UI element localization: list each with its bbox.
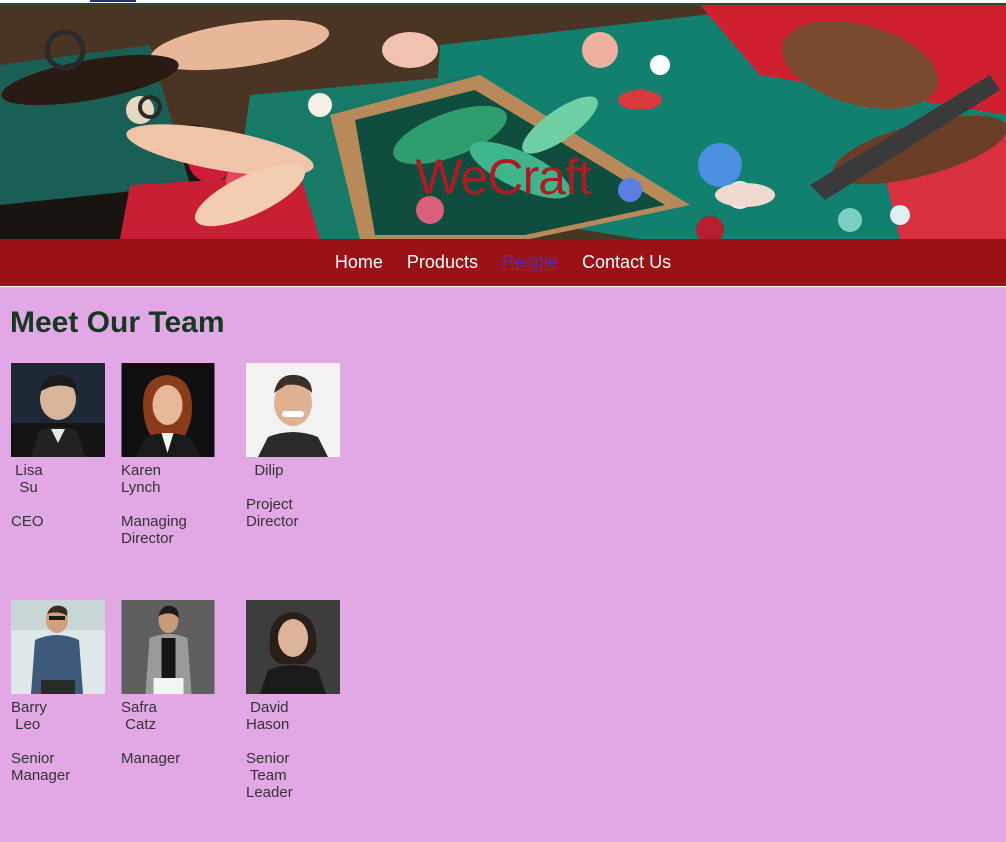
team-member-card: Safra Catz Manager xyxy=(121,600,215,767)
member-name: David Hason xyxy=(246,699,290,733)
member-photo xyxy=(121,600,215,694)
member-role: CEO xyxy=(11,513,44,530)
team-member-card: Karen Lynch Managing Director xyxy=(121,363,215,547)
member-role: Manager xyxy=(121,750,181,767)
member-photo xyxy=(11,600,105,694)
team-member-card: Barry Leo Senior Manager xyxy=(11,600,105,784)
member-photo xyxy=(246,600,340,694)
member-name: Lisa Su xyxy=(15,462,43,496)
member-name: Safra Catz xyxy=(121,699,157,733)
main-nav: Home Products People Contact Us xyxy=(0,239,1006,286)
member-role: Managing Director xyxy=(121,513,187,547)
member-photo xyxy=(121,363,215,457)
team-member-card: Dilip Project Director xyxy=(246,363,340,530)
page-heading: Meet Our Team xyxy=(10,306,225,339)
hero-banner: WeCraft xyxy=(0,5,1006,239)
nav-item-people[interactable]: People xyxy=(502,252,558,273)
nav-item-home[interactable]: Home xyxy=(335,252,383,273)
site-title: WeCraft xyxy=(415,149,591,205)
team-section: Meet Our Team Lisa Su CEO Karen Lynch Ma… xyxy=(0,287,1006,842)
top-link[interactable] xyxy=(90,0,136,2)
team-member-card: Lisa Su CEO xyxy=(11,363,105,530)
nav-item-products[interactable]: Products xyxy=(407,252,478,273)
member-name: Dilip xyxy=(246,462,284,479)
member-name: Karen Lynch xyxy=(121,462,162,496)
member-photo xyxy=(246,363,340,457)
nav-item-contact-us[interactable]: Contact Us xyxy=(582,252,671,273)
member-role: Senior Team Leader xyxy=(246,750,293,801)
member-photo xyxy=(11,363,105,457)
member-role: Project Director xyxy=(246,496,299,530)
member-role: Senior Manager xyxy=(11,750,71,784)
member-name: Barry Leo xyxy=(11,699,47,733)
team-member-card: David Hason Senior Team Leader xyxy=(246,600,340,801)
